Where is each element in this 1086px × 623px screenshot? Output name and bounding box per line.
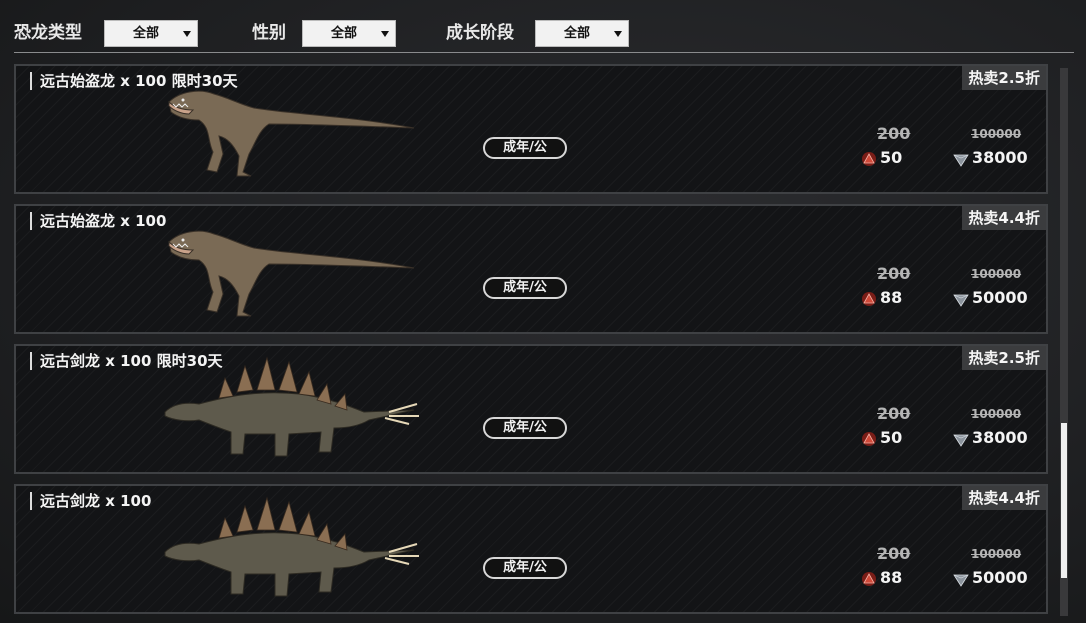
stegosaurus-image	[164, 356, 419, 457]
silver-diamond-icon	[953, 434, 969, 447]
price-a[interactable]: 88	[861, 288, 902, 308]
gender-label: 性别	[252, 23, 286, 43]
stage-button[interactable]: 成年/公	[483, 557, 567, 579]
price-a-value: 88	[880, 288, 903, 307]
filter-divider	[14, 52, 1074, 53]
product-card[interactable]: 远古始盗龙 x 100 限时30天 热卖2.5折 成年/公 200 100000…	[14, 64, 1048, 194]
product-title: 远古始盗龙 x 100	[30, 212, 166, 230]
scrollbar-thumb[interactable]	[1061, 423, 1067, 578]
price-b[interactable]: 50000	[953, 568, 1028, 588]
gender-value: 全部	[330, 26, 357, 41]
red-triangle-gem-icon	[862, 431, 876, 446]
original-price-a: 200	[877, 404, 911, 423]
discount-badge: 热卖4.4折	[962, 206, 1046, 230]
original-price-a: 200	[877, 124, 911, 143]
product-card[interactable]: 远古剑龙 x 100 热卖4.4折 成年/公 200 100000 88 500…	[14, 484, 1048, 614]
dino-type-label: 恐龙类型	[14, 23, 82, 43]
stage-button[interactable]: 成年/公	[483, 137, 567, 159]
silver-diamond-icon	[953, 574, 969, 587]
original-price-b: 100000	[971, 547, 1022, 561]
caret-down-icon	[614, 31, 622, 37]
price-a-value: 50	[880, 148, 903, 167]
original-price-b: 100000	[971, 267, 1022, 281]
discount-badge: 热卖4.4折	[962, 486, 1046, 510]
dino-type-dropdown[interactable]: 全部	[104, 20, 198, 47]
silver-diamond-icon	[953, 294, 969, 307]
growth-stage-value: 全部	[563, 26, 590, 41]
price-b-value: 50000	[972, 568, 1028, 587]
price-a[interactable]: 50	[861, 428, 902, 448]
gender-dropdown[interactable]: 全部	[302, 20, 396, 47]
stegosaurus-image	[164, 496, 419, 597]
price-b[interactable]: 38000	[953, 428, 1028, 448]
original-price-b: 100000	[971, 127, 1022, 141]
price-b-value: 38000	[972, 148, 1028, 167]
price-a[interactable]: 88	[861, 568, 902, 588]
growth-stage-dropdown[interactable]: 全部	[535, 20, 629, 47]
price-b[interactable]: 38000	[953, 148, 1028, 168]
caret-down-icon	[183, 31, 191, 37]
product-title: 远古剑龙 x 100	[30, 492, 151, 510]
shop-screen: 恐龙类型 全部 性别 全部 成长阶段 全部 远古始盗龙 x 100 限时30天 …	[0, 0, 1086, 623]
price-b-value: 38000	[972, 428, 1028, 447]
raptor-image	[168, 230, 415, 317]
price-a-value: 88	[880, 568, 903, 587]
red-triangle-gem-icon	[862, 291, 876, 306]
price-b-value: 50000	[972, 288, 1028, 307]
red-triangle-gem-icon	[862, 571, 876, 586]
price-b[interactable]: 50000	[953, 288, 1028, 308]
original-price-a: 200	[877, 544, 911, 563]
dino-type-value: 全部	[132, 26, 159, 41]
caret-down-icon	[381, 31, 389, 37]
growth-stage-label: 成长阶段	[446, 23, 514, 43]
price-a-value: 50	[880, 428, 903, 447]
filter-bar: 恐龙类型 全部 性别 全部 成长阶段 全部	[0, 0, 1074, 52]
product-card[interactable]: 远古剑龙 x 100 限时30天 热卖2.5折 成年/公 200 100000	[14, 344, 1048, 474]
raptor-image	[168, 90, 415, 177]
product-card[interactable]: 远古始盗龙 x 100 热卖4.4折 成年/公 200 100000 88 50…	[14, 204, 1048, 334]
product-list[interactable]: 远古始盗龙 x 100 限时30天 热卖2.5折 成年/公 200 100000…	[0, 62, 1060, 623]
silver-diamond-icon	[953, 154, 969, 167]
discount-badge: 热卖2.5折	[962, 346, 1046, 370]
stage-button[interactable]: 成年/公	[483, 277, 567, 299]
discount-badge: 热卖2.5折	[962, 66, 1046, 90]
price-a[interactable]: 50	[861, 148, 902, 168]
red-triangle-gem-icon	[862, 151, 876, 166]
original-price-a: 200	[877, 264, 911, 283]
original-price-b: 100000	[971, 407, 1022, 421]
stage-button[interactable]: 成年/公	[483, 417, 567, 439]
